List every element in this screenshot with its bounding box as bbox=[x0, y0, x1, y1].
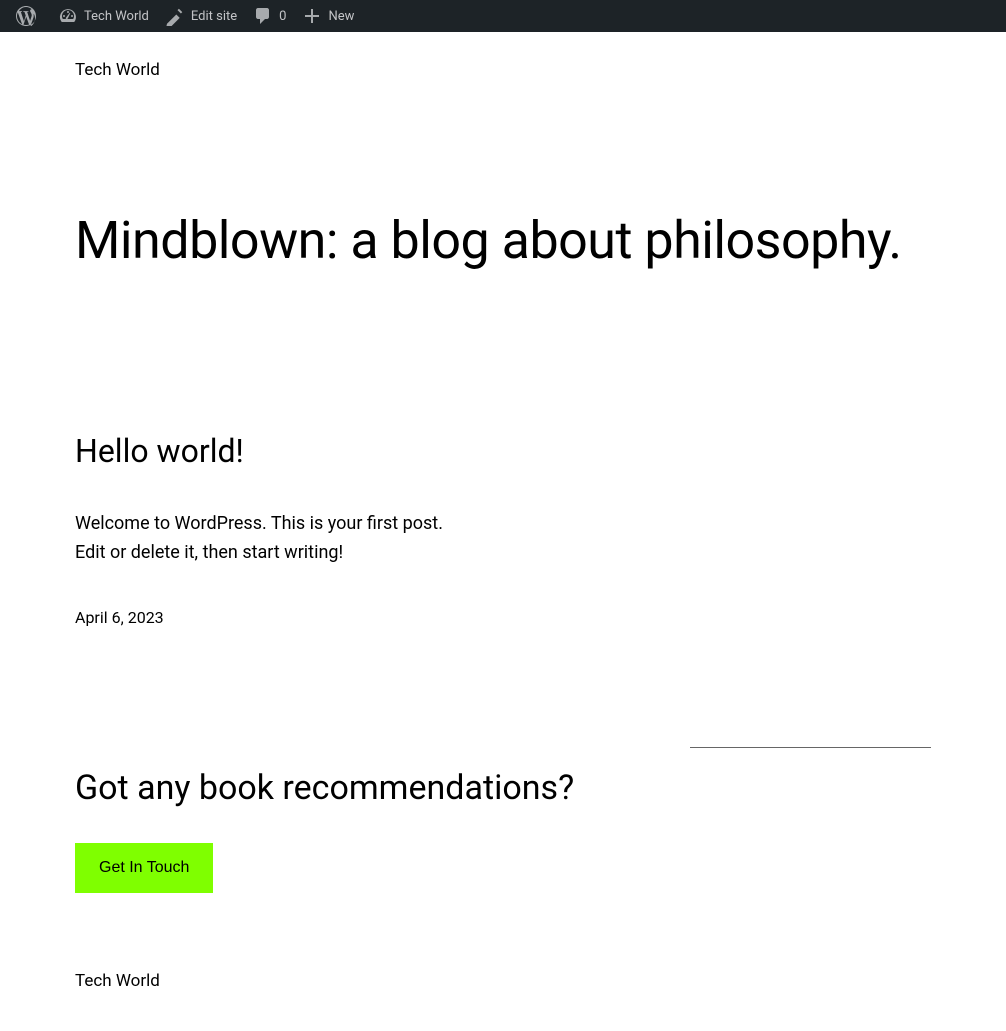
edit-site-label: Edit site bbox=[191, 9, 237, 24]
site-name-menu[interactable]: Tech World bbox=[50, 0, 157, 32]
get-in-touch-button[interactable]: Get In Touch bbox=[75, 843, 213, 893]
dashboard-icon bbox=[58, 6, 78, 26]
wp-admin-bar: Tech World Edit site 0 New bbox=[0, 0, 1006, 32]
wp-logo-menu[interactable] bbox=[8, 0, 50, 32]
page-content: Tech World Mindblown: a blog about philo… bbox=[0, 32, 1006, 1031]
new-content-menu[interactable]: New bbox=[294, 0, 362, 32]
post-date[interactable]: April 6, 2023 bbox=[75, 608, 931, 627]
comments-icon bbox=[253, 6, 273, 26]
wordpress-icon bbox=[16, 6, 36, 26]
site-name-label: Tech World bbox=[84, 9, 149, 24]
main-heading: Mindblown: a blog about philosophy. bbox=[75, 210, 931, 272]
site-title[interactable]: Tech World bbox=[75, 60, 931, 80]
cta-heading: Got any book recommendations? bbox=[75, 768, 931, 808]
plus-icon bbox=[302, 6, 322, 26]
comments-menu[interactable]: 0 bbox=[245, 0, 294, 32]
section-divider bbox=[690, 747, 931, 748]
footer-site-title[interactable]: Tech World bbox=[75, 971, 931, 991]
post-excerpt: Welcome to WordPress. This is your first… bbox=[75, 510, 475, 568]
post-title[interactable]: Hello world! bbox=[75, 432, 931, 470]
comments-count: 0 bbox=[279, 9, 286, 24]
new-label: New bbox=[328, 9, 354, 24]
edit-site-menu[interactable]: Edit site bbox=[157, 0, 245, 32]
edit-icon bbox=[165, 6, 185, 26]
